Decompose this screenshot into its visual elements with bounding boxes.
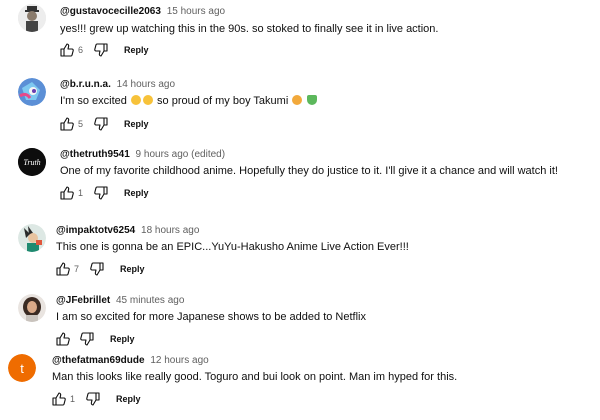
comment-timestamp[interactable]: 14 hours ago — [117, 79, 175, 90]
comment-text: I am so excited for more Japanese shows … — [56, 311, 366, 323]
like-count: 1 — [70, 394, 76, 404]
avatar[interactable] — [18, 294, 46, 322]
comment-text: This one is gonna be an EPIC...YuYu-Haku… — [56, 241, 409, 253]
avatar[interactable]: Truth — [18, 148, 46, 176]
thumbs-down-icon[interactable] — [80, 332, 94, 346]
comment-timestamp[interactable]: 15 hours ago — [167, 6, 225, 17]
comment-actions: Reply — [56, 331, 135, 347]
comment-item: @JFebrillet 45 minutes ago I am so excit… — [0, 288, 600, 348]
comment-text-part: so proud of my boy Takumi — [157, 95, 289, 107]
comment-header: @b.r.u.n.a. 14 hours ago — [60, 79, 175, 90]
comment-text: Man this looks like really good. Toguro … — [52, 371, 458, 383]
reply-button[interactable]: Reply — [110, 334, 135, 344]
crying-face-emoji — [130, 95, 141, 105]
like-count: 7 — [74, 264, 80, 274]
like-count: 1 — [78, 188, 84, 198]
avatar[interactable] — [18, 78, 46, 106]
reply-button[interactable]: Reply — [116, 394, 141, 404]
avatar[interactable] — [18, 224, 46, 252]
comment-item: Truth @thetruth9541 9 hours ago (edited)… — [0, 142, 600, 212]
thumbs-down-icon[interactable] — [86, 392, 100, 406]
comment-actions: 6 Reply — [60, 42, 149, 58]
comment-timestamp[interactable]: 18 hours ago — [141, 225, 199, 236]
green-heart-emoji — [307, 95, 318, 105]
comment-actions: 7 Reply — [56, 261, 145, 277]
reply-button[interactable]: Reply — [124, 188, 149, 198]
thumbs-up-icon[interactable] — [60, 186, 74, 200]
comment-header: @impaktotv6254 18 hours ago — [56, 225, 199, 236]
comment-actions: 5 Reply — [60, 116, 149, 132]
comment-text: I'm so excited so proud of my boy Takumi — [60, 95, 318, 107]
comment-item: @gustavocecille2063 15 hours ago yes!!! … — [0, 0, 600, 70]
comment-actions: 1 Reply — [52, 391, 141, 407]
smiling-face-with-hearts-emoji — [292, 95, 303, 105]
thumbs-down-icon[interactable] — [94, 43, 108, 57]
thumbs-up-icon[interactable] — [60, 117, 74, 131]
comment-author[interactable]: @thefatman69dude — [52, 355, 145, 366]
comment-text: One of my favorite childhood anime. Hope… — [60, 165, 558, 177]
comment-header: @thefatman69dude 12 hours ago — [52, 355, 209, 366]
comment-timestamp[interactable]: 45 minutes ago — [116, 295, 184, 306]
comment-item: @impaktotv6254 18 hours ago This one is … — [0, 216, 600, 286]
thumbs-down-icon[interactable] — [94, 117, 108, 131]
reply-button[interactable]: Reply — [120, 264, 145, 274]
like-count: 5 — [78, 119, 84, 129]
reply-button[interactable]: Reply — [124, 45, 149, 55]
avatar[interactable]: t — [8, 354, 36, 382]
thumbs-up-icon[interactable] — [52, 392, 66, 406]
comment-author[interactable]: @gustavocecille2063 — [60, 6, 161, 17]
comment-timestamp[interactable]: 9 hours ago (edited) — [136, 149, 226, 160]
comment-item: t @thefatman69dude 12 hours ago Man this… — [0, 350, 600, 420]
comment-author[interactable]: @b.r.u.n.a. — [60, 79, 111, 90]
reply-button[interactable]: Reply — [124, 119, 149, 129]
comment-author[interactable]: @thetruth9541 — [60, 149, 130, 160]
avatar[interactable] — [18, 4, 46, 32]
comment-header: @thetruth9541 9 hours ago (edited) — [60, 149, 225, 160]
thumbs-down-icon[interactable] — [90, 262, 104, 276]
thumbs-down-icon[interactable] — [94, 186, 108, 200]
thumbs-up-icon[interactable] — [56, 262, 70, 276]
thumbs-up-icon[interactable] — [60, 43, 74, 57]
comment-author[interactable]: @JFebrillet — [56, 295, 110, 306]
comment-header: @gustavocecille2063 15 hours ago — [60, 6, 225, 17]
avatar-letter: t — [20, 361, 24, 376]
comment-header: @JFebrillet 45 minutes ago — [56, 295, 184, 306]
comment-timestamp[interactable]: 12 hours ago — [150, 355, 208, 366]
avatar-text: Truth — [23, 158, 40, 167]
comment-author[interactable]: @impaktotv6254 — [56, 225, 135, 236]
thumbs-up-icon[interactable] — [56, 332, 70, 346]
like-count: 6 — [78, 45, 84, 55]
crying-face-emoji — [142, 95, 153, 105]
comments-list: @gustavocecille2063 15 hours ago yes!!! … — [0, 0, 600, 420]
comment-actions: 1 Reply — [60, 185, 149, 201]
comment-text-part: I'm so excited — [60, 95, 127, 107]
comment-text: yes!!! grew up watching this in the 90s.… — [60, 23, 439, 35]
comment-item: @b.r.u.n.a. 14 hours ago I'm so excited … — [0, 72, 600, 140]
